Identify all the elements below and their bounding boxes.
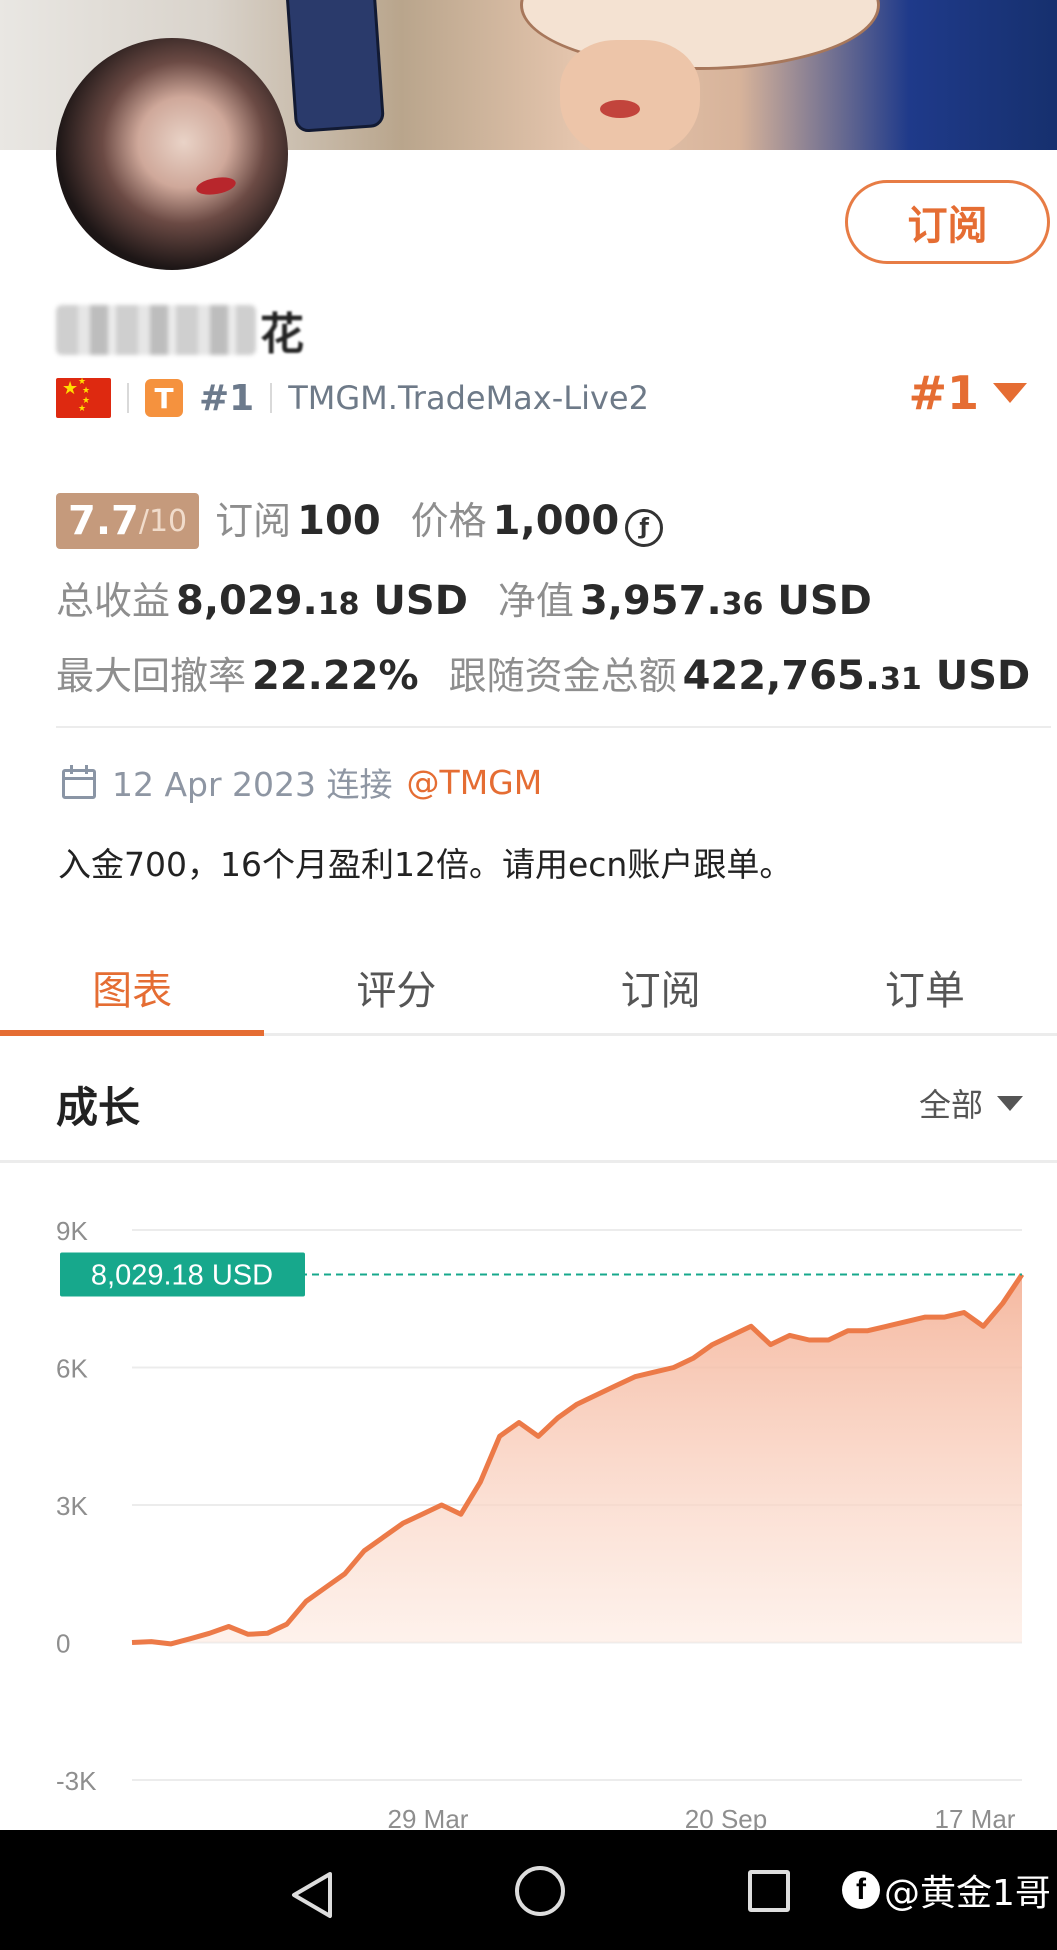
price-value: 1,000: [492, 498, 620, 544]
rating-value: 7.7: [68, 498, 139, 544]
watermark: f @黄金1哥: [842, 1864, 1051, 1916]
growth-area: [132, 1274, 1022, 1644]
trader-name: 花: [56, 300, 304, 360]
strategy-description: 入金700，16个月盈利12倍。请用ecn账户跟单。: [58, 845, 793, 884]
equity-value: 3,957.36 USD: [579, 578, 872, 624]
rating-of: /10: [138, 503, 188, 539]
watermark-text: @黄金1哥: [884, 1873, 1051, 1914]
broker-link[interactable]: @TMGM: [407, 763, 543, 802]
meta-row: ★ ★ ★ ★ ★ T #1 TMGM.TradeMax-Live2: [56, 376, 649, 420]
subscribers-label: 订阅: [215, 499, 292, 543]
tab-bar: 图表 评分 订阅 订单: [0, 940, 1057, 1036]
calendar-icon: [62, 765, 96, 799]
broker-badge-icon: T: [145, 379, 183, 417]
coin-icon: ƒ: [625, 508, 664, 547]
equity-label: 净值: [497, 579, 574, 623]
y-tick-label: 9K: [56, 1216, 88, 1246]
rank-dropdown[interactable]: #1: [908, 366, 1027, 420]
current-value-label: 8,029.18 USD: [91, 1259, 273, 1291]
y-tick-label: -3K: [56, 1766, 97, 1796]
price-label: 价格: [410, 499, 487, 543]
total-profit-label: 总收益: [56, 579, 171, 623]
y-tick-label: 6K: [56, 1354, 88, 1384]
name-blurred-part: [56, 305, 256, 355]
home-icon[interactable]: [515, 1866, 565, 1916]
section-title: 成长: [56, 1083, 141, 1132]
follow-funds-value: 422,765.31 USD: [682, 653, 1031, 699]
growth-chart[interactable]: 9K 6K 3K 0 -3K 8,029.18 USD 29 Mar 20 Sep 17 M…: [0, 1180, 1057, 1830]
follow-funds-label: 跟随资金总额: [448, 654, 677, 698]
stats-line-2: 总收益 8,029.18 USD 净值 3,957.36 USD: [56, 570, 872, 625]
name-visible-tail: 花: [260, 309, 304, 360]
total-profit-value: 8,029.18 USD: [176, 578, 468, 624]
stats-line-1: 7.7/10 订阅 100 价格 1,000 ƒ: [56, 490, 664, 549]
y-tick-label: 3K: [56, 1491, 88, 1521]
y-tick-label: 0: [56, 1629, 70, 1659]
rank-small: #1: [199, 377, 255, 419]
connection-row: 12 Apr 2023 连接 @TMGM: [62, 758, 542, 806]
x-tick-label: 20 Sep: [685, 1804, 767, 1830]
connection-date: 12 Apr 2023 连接: [112, 765, 393, 804]
avatar[interactable]: [56, 38, 288, 270]
rank-big-label: #1: [908, 366, 979, 420]
tab-orders[interactable]: 订单: [793, 940, 1057, 1033]
x-tick-label: 17 Mar: [935, 1804, 1016, 1830]
period-filter-dropdown[interactable]: 全部: [919, 1080, 1023, 1126]
x-tick-label: 29 Mar: [388, 1804, 469, 1830]
subscribe-button[interactable]: 订阅: [845, 180, 1050, 264]
tab-rating[interactable]: 评分: [264, 940, 528, 1033]
back-icon[interactable]: [290, 1870, 334, 1920]
tab-subscriptions[interactable]: 订阅: [529, 940, 793, 1033]
max-drawdown-value: 22.22%: [252, 653, 419, 699]
system-nav-bar: f @黄金1哥: [0, 1830, 1057, 1950]
facebook-icon: f: [842, 1871, 880, 1909]
subscribers-value: 100: [297, 498, 381, 544]
tab-chart[interactable]: 图表: [0, 940, 265, 1036]
dropdown-triangle-icon: [993, 383, 1027, 403]
stats-line-3: 最大回撤率 22.22% 跟随资金总额 422,765.31 USD: [56, 645, 1030, 700]
server-name: TMGM.TradeMax-Live2: [288, 379, 649, 417]
period-filter-label: 全部: [918, 1086, 983, 1124]
recent-apps-icon[interactable]: [748, 1870, 790, 1912]
divider: [56, 726, 1051, 728]
max-drawdown-label: 最大回撤率: [56, 654, 247, 698]
page: 订阅 花 ★ ★ ★ ★ ★ T #1 TMGM.TradeMax-Live2 #1 7…: [0, 0, 1057, 1950]
section-divider: [0, 1160, 1057, 1163]
rating-badge: 7.7/10: [56, 493, 200, 549]
china-flag-icon: ★ ★ ★ ★ ★: [56, 378, 111, 418]
dropdown-triangle-icon: [997, 1095, 1023, 1111]
